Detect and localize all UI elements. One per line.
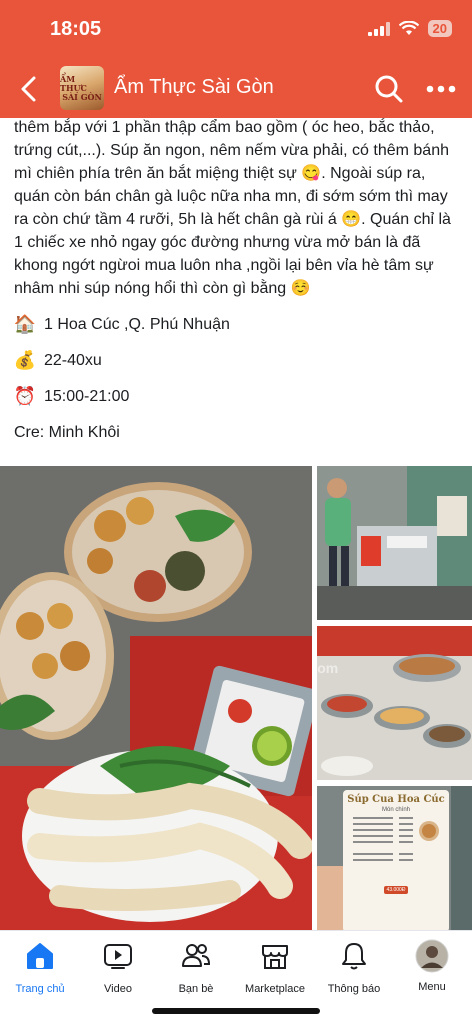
menu-price-list [353,817,439,861]
avatar-menu-icon [415,939,449,973]
alarm-clock-icon: ⏰ [13,386,37,406]
home-icon [27,943,53,969]
back-arrow-icon[interactable] [16,75,42,103]
hours-text: 15:00-21:00 [44,388,130,405]
trays-illustration [317,626,472,780]
page-logo[interactable]: ẨM THỰC SÀI GÒN [60,66,104,110]
friends-icon [182,944,211,967]
photo-food-trays[interactable]: SoSanhNha.com [317,626,472,780]
battery-indicator: 20 [427,20,452,37]
nav-home[interactable]: Trang chủ [0,941,80,995]
post-text: thêm bắp với 1 phần thập cẩm bao gồm ( ó… [14,119,451,297]
photo-street-vendor[interactable] [317,466,472,620]
logo-text-top: ẨM THỰC [60,73,87,93]
food-illustration [0,466,312,930]
nav-home-label: Trang chủ [15,983,65,995]
post-body: thêm bắp với 1 phần thập cẩm bao gồm ( ó… [14,116,464,444]
nav-video-label: Video [104,983,132,995]
nav-marketplace-label: Marketplace [245,983,305,995]
credit-text: Cre: Minh Khôi [14,424,120,441]
watermark-text: SoSanhNha.com [317,660,339,676]
video-icon [104,944,132,969]
more-options-icon[interactable] [426,82,456,96]
status-time: 18:05 [50,18,102,40]
money-bag-icon: 💰 [13,350,37,370]
menu-card-price: 43.000Đ [383,886,409,894]
search-icon[interactable] [374,74,404,104]
home-indicator [152,1008,320,1014]
logo-text-bottom: SÀI GÒN [62,91,102,102]
price-text: 22-40xu [44,352,102,369]
photo-menu-card[interactable]: Súp Cua Hoa Cúc Món chính 43.000Đ [317,786,472,930]
nav-friends-label: Bạn bè [178,983,214,995]
nav-video[interactable]: Video [78,941,158,995]
bell-icon [342,943,366,970]
wifi-icon [398,21,419,35]
app-header: 18:05 20 ẨM THỰC SÀI GÒN Ẩm Thực Sài Gòn [0,0,472,118]
vendor-illustration [317,466,472,620]
nav-notifications-label: Thông báo [327,983,381,995]
nav-menu-label: Menu [418,981,446,993]
nav-marketplace[interactable]: Marketplace [235,941,315,995]
menu-card-title: Súp Cua Hoa Cúc [347,794,445,805]
nav-notifications[interactable]: Thông báo [314,941,394,995]
marketplace-icon [262,945,288,969]
photo-soup-and-chicken-feet[interactable] [0,466,312,930]
price-line: 💰 22-40xu [14,349,464,372]
nav-friends[interactable]: Bạn bè [156,941,236,995]
status-icons: 20 [367,20,452,37]
menu-card: Súp Cua Hoa Cúc Món chính 43.000Đ [343,790,449,930]
hours-line: ⏰ 15:00-21:00 [14,385,464,408]
address-line: 🏠 1 Hoa Cúc ,Q. Phú Nhuận [14,313,464,336]
house-icon: 🏠 [13,314,37,334]
address-text: 1 Hoa Cúc ,Q. Phú Nhuận [44,316,230,333]
nav-menu[interactable]: Menu [392,939,472,993]
signal-icon [367,21,390,36]
photo-grid: SoSanhNha.com Súp Cua Hoa Cúc Món chính [0,466,472,930]
page-title[interactable]: Ẩm Thực Sài Gòn [114,76,274,99]
